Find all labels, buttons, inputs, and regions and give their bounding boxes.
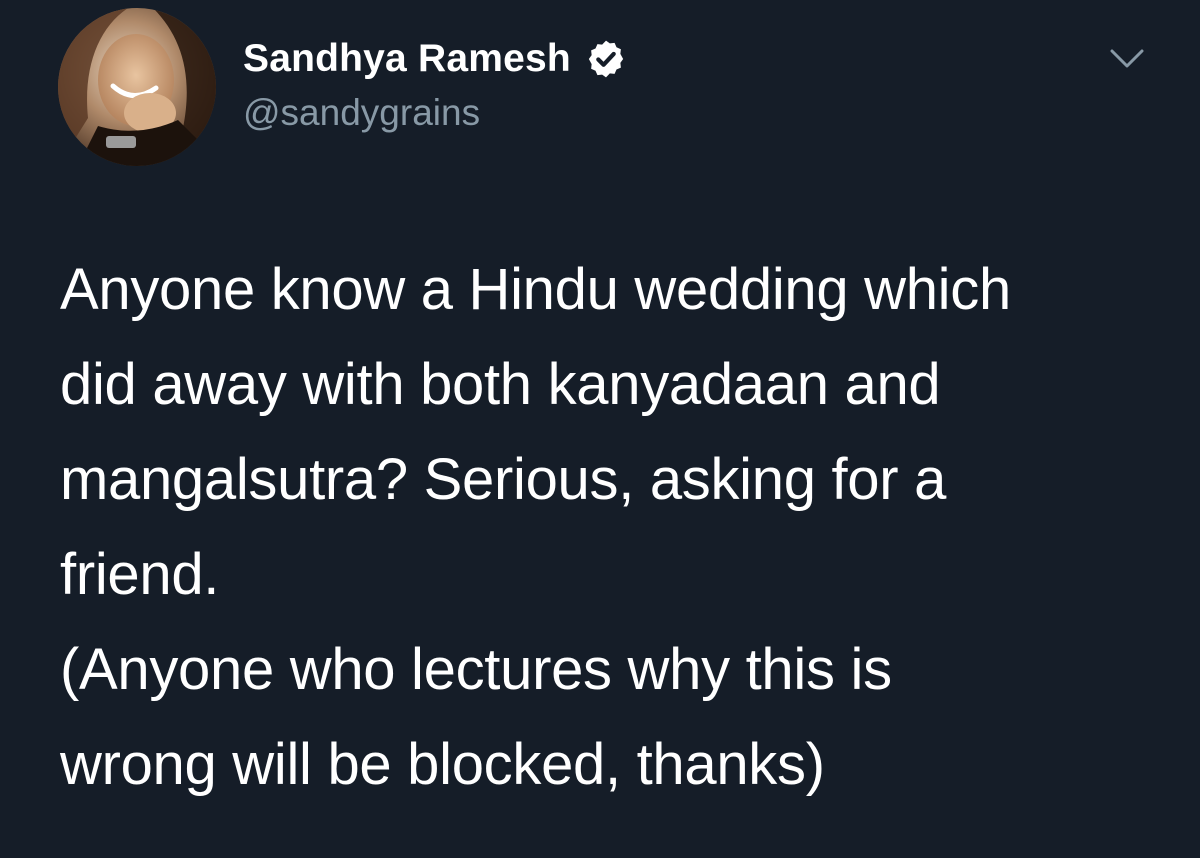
tweet-text-line: Anyone know a Hindu wedding which [60,257,1011,322]
author-name-row[interactable]: Sandhya Ramesh [243,36,627,82]
tweet-text-line: wrong will be blocked, thanks) [60,732,825,797]
avatar[interactable] [58,8,216,166]
author-handle[interactable]: @sandygrains [243,90,480,136]
tweet-text-line: friend. [60,542,220,607]
display-name[interactable]: Sandhya Ramesh [243,36,571,82]
chevron-down-icon[interactable] [1108,46,1146,72]
tweet-text-line: (Anyone who lectures why this is [60,637,892,702]
tweet-text: Anyone know a Hindu wedding which did aw… [60,242,1160,812]
tweet-text-line: did away with both kanyadaan and [60,352,941,417]
avatar-photo [58,8,216,166]
tweet-text-line: mangalsutra? Serious, asking for a [60,447,947,512]
tweet-card: Sandhya Ramesh @sandygrains Anyone know … [0,0,1200,858]
verified-badge-icon [588,40,624,78]
